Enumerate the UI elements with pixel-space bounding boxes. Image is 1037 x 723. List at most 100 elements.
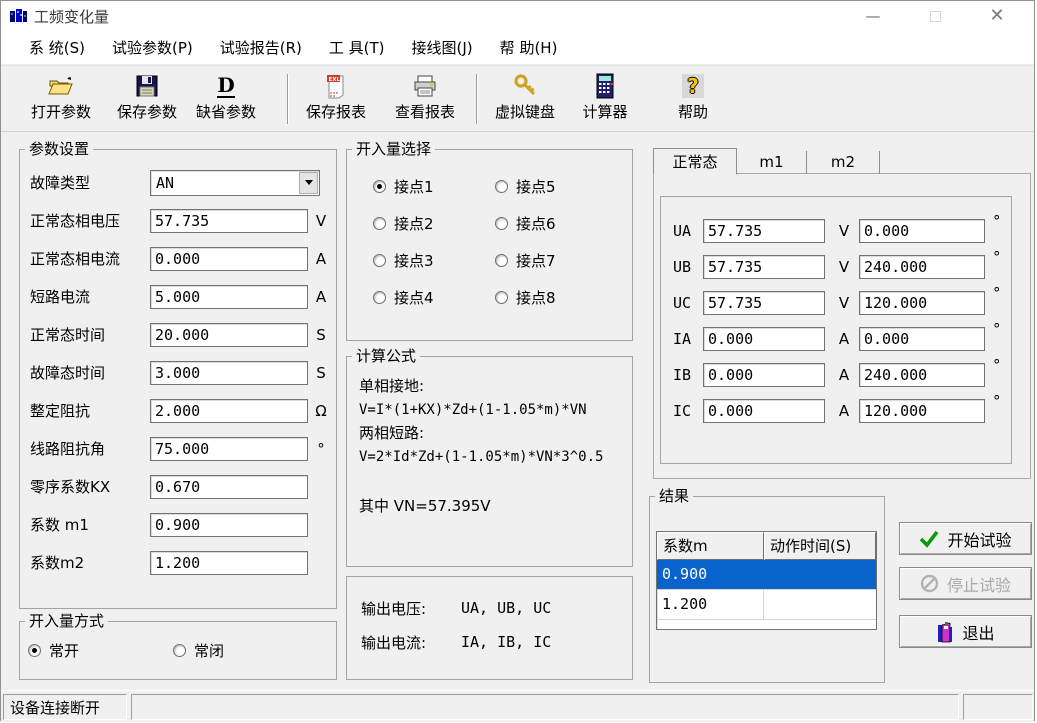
tab-m1[interactable]: m1 bbox=[737, 151, 807, 174]
no-entry-icon bbox=[920, 574, 939, 593]
radio-icon bbox=[373, 217, 386, 230]
radio-label: 常闭 bbox=[194, 640, 224, 661]
maximize-button[interactable] bbox=[904, 1, 966, 31]
radio-contact-5[interactable]: 接点5 bbox=[495, 176, 617, 197]
radio-contact-2[interactable]: 接点2 bbox=[373, 213, 495, 234]
column-header-action-time[interactable]: 动作时间(S) bbox=[764, 532, 876, 560]
radio-label: 接点3 bbox=[394, 250, 434, 271]
radio-label: 常开 bbox=[49, 640, 79, 661]
ua-magnitude-input[interactable] bbox=[703, 219, 825, 243]
radio-normally-open[interactable]: 常开 bbox=[28, 640, 79, 661]
output-voltage-row: 输出电压: UA, UB, UC bbox=[347, 591, 632, 625]
radio-label: 接点5 bbox=[516, 176, 556, 197]
radio-icon bbox=[373, 254, 386, 267]
ua-angle-input[interactable] bbox=[859, 219, 985, 243]
ub-magnitude-input[interactable] bbox=[703, 255, 825, 279]
radio-normally-closed[interactable]: 常闭 bbox=[173, 640, 224, 661]
key-icon bbox=[512, 71, 538, 101]
calculator-button[interactable]: 计算器 bbox=[569, 71, 641, 127]
param-label: 整定阻抗 bbox=[30, 400, 150, 421]
start-test-button[interactable]: 开始试验 bbox=[899, 522, 1032, 555]
virtual-keyboard-button[interactable]: 虚拟键盘 bbox=[489, 71, 561, 127]
zero-seq-coeff-input[interactable] bbox=[150, 475, 308, 499]
normal-state-time-input[interactable] bbox=[150, 323, 308, 347]
degree-symbol: ° bbox=[993, 321, 1001, 337]
param-label: 系数m2 bbox=[30, 552, 150, 573]
cell-action-time bbox=[764, 560, 876, 589]
formula-vn-note: 其中 VN=57.395V bbox=[359, 491, 632, 522]
param-label: 正常态相电流 bbox=[30, 248, 150, 269]
coeff-m2-input[interactable] bbox=[150, 551, 308, 575]
normal-phase-voltage-input[interactable] bbox=[150, 209, 308, 233]
fault-state-time-input[interactable] bbox=[150, 361, 308, 385]
stop-test-button[interactable]: 停止试验 bbox=[899, 567, 1032, 600]
radio-contact-1[interactable]: 接点1 bbox=[373, 176, 495, 197]
radio-contact-3[interactable]: 接点3 bbox=[373, 250, 495, 271]
menu-system[interactable]: 系 统(S) bbox=[29, 37, 85, 58]
line-impedance-angle-input[interactable] bbox=[150, 437, 308, 461]
phasor-name: UA bbox=[673, 222, 703, 240]
state-tab-panel: UA V ° UB V ° UC V bbox=[653, 173, 1031, 479]
set-impedance-input[interactable] bbox=[150, 399, 308, 423]
check-icon bbox=[919, 530, 939, 548]
param-label: 系数 m1 bbox=[30, 514, 150, 535]
contact-select-title: 开入量选择 bbox=[352, 141, 435, 158]
close-button[interactable]: ✕ bbox=[966, 1, 1028, 31]
save-report-button[interactable]: EXL 保存报表 bbox=[300, 71, 372, 127]
ic-magnitude-input[interactable] bbox=[703, 399, 825, 423]
radio-contact-4[interactable]: 接点4 bbox=[373, 287, 495, 308]
column-header-coeff-m[interactable]: 系数m bbox=[657, 532, 764, 560]
degree-symbol: ° bbox=[993, 213, 1001, 229]
radio-icon bbox=[495, 291, 508, 304]
phasor-unit: V bbox=[837, 222, 851, 240]
phasor-name: UB bbox=[673, 258, 703, 276]
tab-m2[interactable]: m2 bbox=[807, 151, 880, 174]
fault-type-combobox[interactable]: AN bbox=[150, 170, 320, 196]
minimize-button[interactable]: — bbox=[842, 1, 904, 31]
help-button[interactable]: ? 帮助 bbox=[657, 71, 729, 127]
menu-test-report[interactable]: 试验报告(R) bbox=[220, 37, 302, 58]
param-unit: A bbox=[308, 288, 334, 306]
ic-angle-input[interactable] bbox=[859, 399, 985, 423]
exit-button[interactable]: 退出 bbox=[899, 615, 1032, 648]
uc-angle-input[interactable] bbox=[859, 291, 985, 315]
menu-tools[interactable]: 工 具(T) bbox=[329, 37, 385, 58]
short-circuit-current-input[interactable] bbox=[150, 285, 308, 309]
toolbar-separator bbox=[287, 74, 289, 124]
combobox-dropdown-button[interactable] bbox=[299, 172, 318, 194]
phasor-unit: V bbox=[837, 294, 851, 312]
ia-magnitude-input[interactable] bbox=[703, 327, 825, 351]
table-row[interactable]: 0.900 bbox=[657, 560, 876, 590]
degree-symbol: ° bbox=[993, 285, 1001, 301]
normal-phase-current-input[interactable] bbox=[150, 247, 308, 271]
phasor-unit: A bbox=[837, 402, 851, 420]
uc-magnitude-input[interactable] bbox=[703, 291, 825, 315]
exit-door-icon bbox=[936, 621, 954, 643]
radio-contact-7[interactable]: 接点7 bbox=[495, 250, 617, 271]
save-params-button[interactable]: 保存参数 bbox=[111, 71, 183, 127]
open-params-button[interactable]: 打开参数 bbox=[25, 71, 97, 127]
coeff-m1-input[interactable] bbox=[150, 513, 308, 537]
cell-coeff-m: 0.900 bbox=[657, 560, 764, 589]
radio-contact-6[interactable]: 接点6 bbox=[495, 213, 617, 234]
menu-wiring-diagram[interactable]: 接线图(J) bbox=[412, 37, 473, 58]
ib-angle-input[interactable] bbox=[859, 363, 985, 387]
tab-normal-state[interactable]: 正常态 bbox=[653, 148, 737, 175]
ib-magnitude-input[interactable] bbox=[703, 363, 825, 387]
param-label: 正常态时间 bbox=[30, 324, 150, 345]
param-unit: ° bbox=[308, 440, 334, 458]
menu-help[interactable]: 帮 助(H) bbox=[500, 37, 558, 58]
ia-angle-input[interactable] bbox=[859, 327, 985, 351]
open-folder-icon bbox=[48, 71, 74, 101]
radio-contact-8[interactable]: 接点8 bbox=[495, 287, 617, 308]
menu-test-params[interactable]: 试验参数(P) bbox=[112, 37, 193, 58]
start-test-label: 开始试验 bbox=[947, 527, 1011, 551]
radio-label: 接点2 bbox=[394, 213, 434, 234]
ub-angle-input[interactable] bbox=[859, 255, 985, 279]
radio-label: 接点1 bbox=[394, 176, 434, 197]
printer-icon bbox=[412, 71, 438, 101]
titlebar: 工频变化量 — ✕ bbox=[1, 1, 1034, 31]
table-row[interactable]: 1.200 bbox=[657, 590, 876, 620]
view-report-button[interactable]: 查看报表 bbox=[389, 71, 461, 127]
default-params-button[interactable]: D 缺省参数 bbox=[190, 71, 262, 127]
